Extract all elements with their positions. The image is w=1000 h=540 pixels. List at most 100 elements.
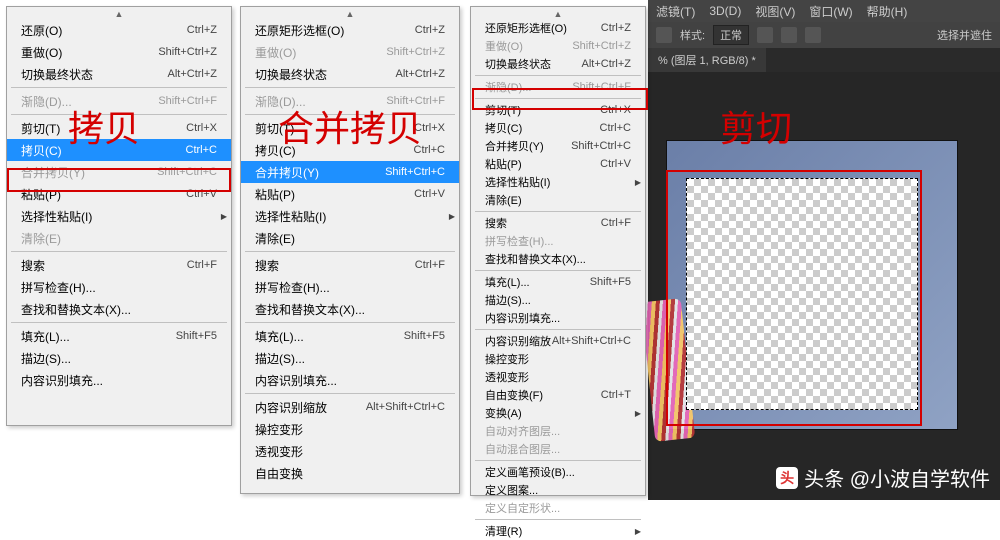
select-mask-button[interactable]: 选择并遮住 [937, 27, 992, 43]
menu-item[interactable]: 粘贴(P)Ctrl+V [471, 155, 645, 173]
menu-item[interactable]: 内容识别填充... [7, 369, 231, 391]
menu-item[interactable]: 搜索Ctrl+F [241, 254, 459, 276]
menu-item[interactable]: 描边(S)... [241, 347, 459, 369]
menu-item-shortcut: Shift+F5 [590, 276, 631, 288]
menu-item-label: 还原矩形选框(O) [255, 22, 344, 39]
style-select[interactable]: 正常 [713, 25, 749, 45]
menu-item[interactable]: 粘贴(P)Ctrl+V [241, 183, 459, 205]
menu-item-label: 查找和替换文本(X)... [485, 251, 586, 267]
edit-menu-2: ▲ 还原矩形选框(O)Ctrl+Z重做(O)Shift+Ctrl+Z切换最终状态… [240, 6, 460, 494]
menu-item[interactable]: 透视变形 [241, 440, 459, 462]
menu-separator [11, 322, 227, 323]
menu-item[interactable]: 操控变形 [471, 350, 645, 368]
menu-separator [245, 251, 455, 252]
menu-item-label: 定义画笔预设(B)... [485, 464, 575, 480]
menu-item-label: 定义自定形状... [485, 500, 560, 516]
menu-item[interactable]: 填充(L)...Shift+F5 [471, 273, 645, 291]
menu-item[interactable]: 拷贝(C)Ctrl+C [7, 139, 231, 161]
toolbar-icon[interactable] [781, 27, 797, 43]
menu-item[interactable]: 自由变换(F)Ctrl+T [471, 386, 645, 404]
menu-item[interactable]: 描边(S)... [7, 347, 231, 369]
menu-item: 渐隐(D)...Shift+Ctrl+F [7, 90, 231, 112]
menu-item[interactable]: 内容识别缩放Alt+Shift+Ctrl+C [471, 332, 645, 350]
menu-item[interactable]: 清除(E) [241, 227, 459, 249]
menu-item[interactable]: 自由变换 [241, 462, 459, 484]
menu-item-shortcut: Ctrl+C [600, 122, 631, 134]
menu-item-label: 拼写检查(H)... [255, 279, 330, 296]
menu-item[interactable]: 拷贝(C)Ctrl+C [471, 119, 645, 137]
menu-item[interactable]: 选择性粘贴(I) [7, 205, 231, 227]
menu-item-label: 粘贴(P) [21, 186, 61, 203]
menu-item[interactable]: 定义图案... [471, 481, 645, 499]
menu-item-label: 清除(E) [255, 230, 295, 247]
menu-item[interactable]: 操控变形 [241, 418, 459, 440]
menu-item[interactable]: 切换最终状态Alt+Ctrl+Z [241, 63, 459, 85]
menu-item-label: 清除(E) [485, 192, 522, 208]
menu-item[interactable]: 剪切(T)Ctrl+X [471, 101, 645, 119]
menu-scroll-up-icon[interactable]: ▲ [471, 7, 645, 19]
menu-scroll-up-icon[interactable]: ▲ [241, 7, 459, 19]
toolbar-icon[interactable] [805, 27, 821, 43]
menu-item[interactable]: 搜索Ctrl+F [471, 214, 645, 232]
menu-item-label: 变换(A) [485, 405, 522, 421]
menu-item[interactable]: 选择性粘贴(I) [241, 205, 459, 227]
menu-item[interactable]: 选择性粘贴(I) [471, 173, 645, 191]
marquee-tool-icon[interactable] [656, 27, 672, 43]
menu-item[interactable]: 切换最终状态Alt+Ctrl+Z [7, 63, 231, 85]
menu-item[interactable]: 清除(E) [471, 191, 645, 209]
menu-item-label: 拷贝(C) [21, 142, 62, 159]
menu-item[interactable]: 清理(R) [471, 522, 645, 540]
watermark-icon: 头 [776, 467, 798, 489]
menu-item[interactable]: 拼写检查(H)... [241, 276, 459, 298]
menu-item-label: 定义图案... [485, 482, 538, 498]
menu-item[interactable]: 还原矩形选框(O)Ctrl+Z [471, 19, 645, 37]
menu-item[interactable]: 内容识别填充... [471, 309, 645, 327]
menu-item-shortcut: Ctrl+Z [415, 24, 445, 36]
menu-item-label: 描边(S)... [255, 350, 305, 367]
menu-item-shortcut: Ctrl+V [186, 188, 217, 200]
menu-item[interactable]: 粘贴(P) Ctrl+V [7, 183, 231, 205]
menu-item[interactable]: 剪切(T)Ctrl+X [7, 117, 231, 139]
menubar-item[interactable]: 滤镜(T) [656, 3, 695, 20]
menubar-item[interactable]: 视图(V) [755, 3, 795, 20]
menu-separator [475, 519, 641, 520]
menu-item: 自动混合图层... [471, 440, 645, 458]
menu-item-label: 重做(O) [255, 44, 296, 61]
menu-item[interactable]: 查找和替换文本(X)... [241, 298, 459, 320]
menu-item[interactable]: 还原矩形选框(O) Ctrl+Z [241, 19, 459, 41]
menu-item[interactable]: 合并拷贝(Y)Shift+Ctrl+C [241, 161, 459, 183]
menu-item-label: 查找和替换文本(X)... [255, 301, 365, 318]
menu-item[interactable]: 透视变形 [471, 368, 645, 386]
menu-item[interactable]: 合并拷贝(Y)Shift+Ctrl+C [471, 137, 645, 155]
menu-item: 定义自定形状... [471, 499, 645, 517]
menu-item[interactable]: 拷贝(C)Ctrl+C [241, 139, 459, 161]
menu-item[interactable]: 还原(O)Ctrl+Z [7, 19, 231, 41]
menu-item[interactable]: 填充(L)...Shift+F5 [241, 325, 459, 347]
menu-item[interactable]: 拼写检查(H)... [7, 276, 231, 298]
menu-item[interactable]: 查找和替换文本(X)... [7, 298, 231, 320]
menu-item-label: 选择性粘贴(I) [485, 174, 550, 190]
menu-item[interactable]: 描边(S)... [471, 291, 645, 309]
menu-item-label: 重做(O) [21, 44, 62, 61]
menu-item-label: 合并拷贝(Y) [485, 138, 544, 154]
document-tab[interactable]: % (图层 1, RGB/8) * [648, 48, 766, 72]
menu-scroll-up-icon[interactable]: ▲ [7, 7, 231, 19]
menu-item-label: 合并拷贝(Y) [21, 164, 85, 181]
menu-item[interactable]: 搜索Ctrl+F [7, 254, 231, 276]
menubar-item[interactable]: 窗口(W) [809, 3, 852, 20]
menu-item[interactable]: 重做(O)Shift+Ctrl+Z [7, 41, 231, 63]
menu-item-label: 透视变形 [255, 443, 303, 460]
menu-item[interactable]: 填充(L)...Shift+F5 [7, 325, 231, 347]
menubar-item[interactable]: 3D(D) [709, 4, 741, 18]
menu-item[interactable]: 定义画笔预设(B)... [471, 463, 645, 481]
menu-item[interactable]: 内容识别填充... [241, 369, 459, 391]
menu-item[interactable]: 变换(A) [471, 404, 645, 422]
toolbar-icon[interactable] [757, 27, 773, 43]
menu-item-label: 描边(S)... [21, 350, 71, 367]
menu-item[interactable]: 切换最终状态Alt+Ctrl+Z [471, 55, 645, 73]
menubar-item[interactable]: 帮助(H) [867, 3, 908, 20]
menu-item[interactable]: 查找和替换文本(X)... [471, 250, 645, 268]
menu-item[interactable]: 剪切(T)Ctrl+X [241, 117, 459, 139]
menu-item-label: 切换最终状态 [21, 66, 93, 83]
menu-item[interactable]: 内容识别缩放Alt+Shift+Ctrl+C [241, 396, 459, 418]
